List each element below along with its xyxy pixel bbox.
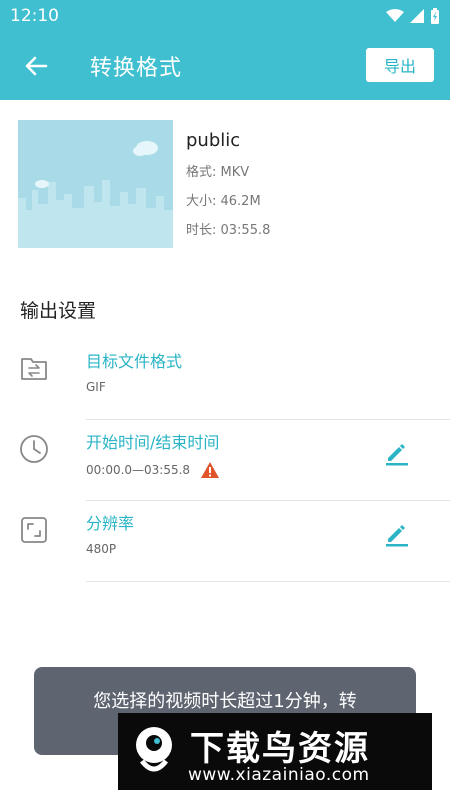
setting-label: 分辨率	[86, 514, 135, 533]
bird-logo-icon	[136, 727, 172, 772]
wifi-icon	[386, 9, 404, 22]
setting-value: 00:00.0—03:55.8	[86, 461, 220, 479]
time-range-value: 00:00.0—03:55.8	[86, 463, 191, 477]
export-button[interactable]: 导出	[366, 48, 434, 82]
watermark-title: 下载鸟资源	[190, 729, 370, 769]
video-thumbnail[interactable]	[18, 120, 173, 248]
signal-icon	[410, 9, 424, 23]
status-bar: 12:10	[0, 0, 450, 32]
output-settings-title: 输出设置	[20, 300, 97, 322]
edit-pencil-icon[interactable]	[382, 439, 410, 467]
app-bar: 转换格式 导出	[0, 32, 450, 100]
watermark-url: www.xiazainiao.com	[188, 765, 370, 785]
battery-icon	[431, 8, 439, 24]
clock-icon	[20, 435, 48, 463]
resolution-value: 480P	[86, 542, 117, 556]
divider	[86, 500, 450, 501]
back-arrow-icon[interactable]	[22, 52, 50, 80]
setting-target-format[interactable]: 目标文件格式 GIF	[0, 340, 450, 420]
cityscape-illustration	[18, 120, 173, 248]
target-format-value: GIF	[86, 380, 106, 394]
edit-pencil-icon[interactable]	[382, 520, 410, 548]
file-format: 格式: MKV	[186, 165, 250, 180]
setting-label: 开始时间/结束时间	[86, 433, 220, 452]
file-size: 大小: 46.2M	[186, 194, 261, 209]
resize-icon	[21, 517, 47, 543]
folder-convert-icon	[21, 358, 47, 380]
media-info: public 格式: MKV 大小: 46.2M 时长: 03:55.8	[18, 120, 432, 248]
divider	[86, 581, 450, 582]
setting-value: 480P	[86, 542, 116, 556]
setting-time-range[interactable]: 开始时间/结束时间 00:00.0—03:55.8	[0, 421, 450, 501]
setting-resolution[interactable]: 分辨率 480P	[0, 502, 450, 582]
file-name: public	[186, 130, 241, 151]
status-time: 12:10	[10, 6, 59, 26]
toast-text: 您选择的视频时长超过1分钟，转	[93, 691, 357, 712]
media-meta: public 格式: MKV 大小: 46.2M 时长: 03:55.8	[186, 130, 270, 248]
setting-value: GIF	[86, 380, 106, 394]
watermark-banner: 下载鸟资源 www.xiazainiao.com	[118, 713, 432, 790]
divider	[86, 419, 450, 420]
status-icons	[386, 8, 440, 24]
file-duration: 时长: 03:55.8	[186, 223, 271, 238]
page-title: 转换格式	[90, 56, 183, 81]
setting-label: 目标文件格式	[86, 352, 183, 371]
warning-icon[interactable]	[200, 461, 220, 479]
